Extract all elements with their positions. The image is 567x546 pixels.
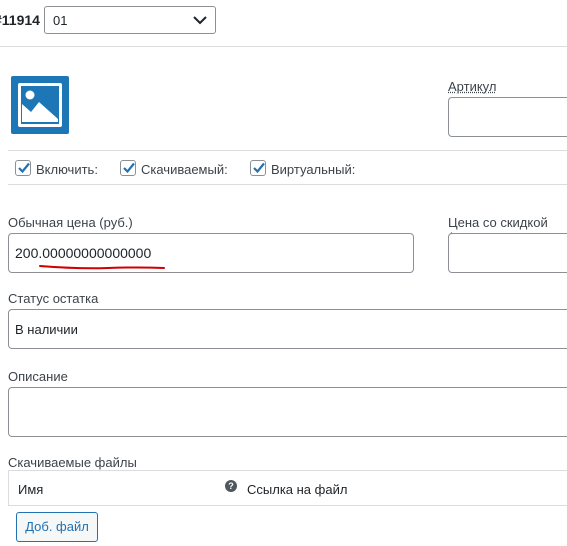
regular-price-label: Обычная цена (руб.) <box>8 215 133 230</box>
variation-header: #11914 01 <box>0 0 567 47</box>
downloadable-files-table: Имя ? Ссылка на файл <box>8 470 567 506</box>
variation-id: #11914 <box>0 12 40 28</box>
virtual-label: Виртуальный: <box>271 162 356 177</box>
downloadable-files-label: Скачиваемые файлы <box>8 455 137 470</box>
check-icon <box>253 162 265 174</box>
sku-input[interactable] <box>448 97 567 137</box>
variation-attribute-select[interactable]: 01 <box>44 6 216 34</box>
image-icon <box>18 83 62 127</box>
sale-price-input[interactable] <box>448 233 567 273</box>
downloadable-checkbox[interactable] <box>120 160 136 176</box>
virtual-checkbox[interactable] <box>250 160 266 176</box>
enable-checkbox[interactable] <box>15 160 31 176</box>
chevron-down-icon <box>193 16 207 25</box>
check-icon <box>123 162 135 174</box>
description-label: Описание <box>8 369 68 384</box>
column-header-name: Имя <box>18 482 44 497</box>
description-textarea[interactable] <box>8 387 567 437</box>
column-header-file-url: Ссылка на файл <box>247 482 348 497</box>
stock-status-value: В наличии <box>15 322 78 337</box>
stock-status-label: Статус остатка <box>8 291 99 306</box>
regular-price-value: 200.00000000000000 <box>15 245 152 261</box>
add-file-button[interactable]: Доб. файл <box>16 512 98 542</box>
divider <box>8 150 567 151</box>
downloadable-label: Скачиваемый: <box>141 162 228 177</box>
variation-image-upload[interactable] <box>11 76 69 134</box>
divider <box>8 505 567 506</box>
check-icon <box>18 162 30 174</box>
annotation-underline <box>39 265 165 270</box>
select-value: 01 <box>53 13 68 28</box>
sku-label: Артикул <box>448 79 497 94</box>
stock-status-select[interactable]: В наличии <box>8 309 567 349</box>
divider <box>8 184 567 185</box>
help-icon: ? <box>225 480 237 492</box>
enable-label: Включить: <box>36 162 98 177</box>
